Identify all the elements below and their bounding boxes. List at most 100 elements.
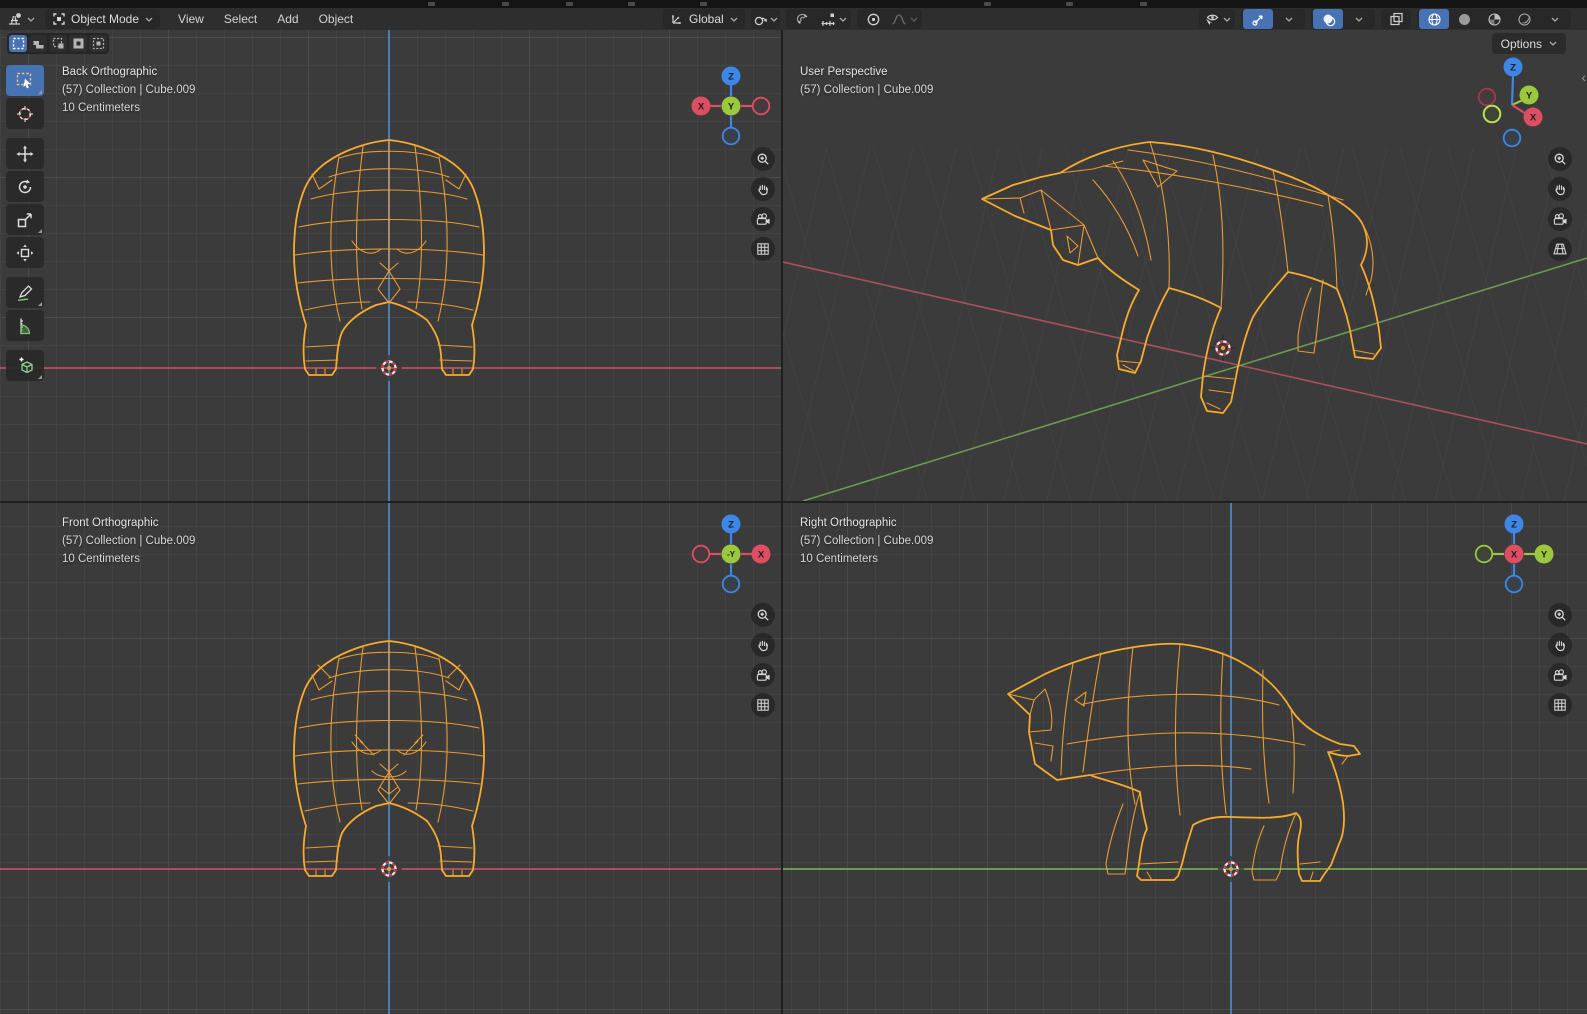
perspective-grid-toggle-icon[interactable] <box>1548 237 1572 261</box>
viewport-title: Right Orthographic <box>800 517 897 529</box>
gizmo-axis-z-neg[interactable] <box>721 574 741 594</box>
proportional-falloff-dropdown[interactable] <box>889 9 920 29</box>
proportional-editing-button[interactable] <box>859 9 889 29</box>
select-mode-extend[interactable] <box>29 35 47 52</box>
gizmo-axis-y-neg[interactable] <box>1482 104 1502 124</box>
bull-wireframe-perspective[interactable] <box>981 141 1382 414</box>
editor-type-dropdown[interactable] <box>5 9 37 29</box>
options-label: Options <box>1500 36 1542 51</box>
snap-target-increment-icon <box>821 13 835 26</box>
select-mode-intersect[interactable] <box>89 35 107 52</box>
tool-add-cube[interactable] <box>6 350 44 381</box>
gizmo-axis-z-neg[interactable] <box>1504 574 1524 594</box>
select-mode-invert[interactable] <box>69 35 87 52</box>
gizmo-axis-x-neg[interactable] <box>1477 87 1497 107</box>
tool-select-box[interactable] <box>6 65 44 96</box>
tool-scale[interactable] <box>6 204 44 235</box>
menu-add[interactable]: Add <box>267 9 308 29</box>
navigation-gizmo[interactable]: Z X -Y <box>691 514 771 594</box>
select-mode-set[interactable] <box>9 35 27 52</box>
pan-hand-icon[interactable] <box>751 633 775 657</box>
tool-rotate[interactable] <box>6 171 44 202</box>
editor-type-3d-viewport-icon <box>9 12 21 25</box>
viewport-right-orthographic[interactable]: Right Orthographic (57) Collection | Cub… <box>783 503 1587 1014</box>
bull-wireframe-side[interactable] <box>783 503 1587 1014</box>
tool-measure[interactable] <box>6 310 44 341</box>
viewport-back-orthographic[interactable]: Back Orthographic (57) Collection | Cube… <box>0 30 781 501</box>
navigation-gizmo[interactable]: Z Y X <box>1474 514 1554 594</box>
shading-solid-button[interactable] <box>1449 9 1479 29</box>
shading-wireframe-button[interactable] <box>1419 9 1449 29</box>
viewport-info-front: Front Orthographic (57) Collection | Cub… <box>62 514 195 568</box>
camera-view-icon[interactable] <box>751 207 775 231</box>
menu-object[interactable]: Object <box>309 9 364 29</box>
navigation-gizmo[interactable]: Z X Y <box>691 66 771 146</box>
shading-dropdown[interactable] <box>1539 9 1569 29</box>
navigation-gizmo[interactable]: Z Y X <box>1470 55 1554 147</box>
zoom-in-icon[interactable] <box>751 147 775 171</box>
camera-view-icon[interactable] <box>1548 663 1572 687</box>
grid-ortho-toggle-icon[interactable] <box>751 237 775 261</box>
select-mode-subtract[interactable] <box>49 35 67 52</box>
tool-transform[interactable] <box>6 237 44 268</box>
viewport-front-orthographic[interactable]: Front Orthographic (57) Collection | Cub… <box>0 503 781 1014</box>
gizmo-axis-y-neg[interactable] <box>1474 544 1494 564</box>
topbar-clipped <box>0 0 1587 8</box>
chevron-down-icon <box>1223 17 1231 22</box>
chevron-down-icon <box>1355 17 1362 22</box>
viewport-user-perspective[interactable]: User Perspective (57) Collection | Cube.… <box>783 30 1587 501</box>
show-overlays-toggle[interactable] <box>1313 9 1343 29</box>
tool-cursor[interactable] <box>6 98 44 129</box>
toggle-xray-button[interactable] <box>1381 9 1411 29</box>
menu-select[interactable]: Select <box>214 9 267 29</box>
bull-wireframe-front[interactable] <box>0 503 781 1014</box>
grid-ortho-toggle-icon[interactable] <box>1548 693 1572 717</box>
gizmo-axis-x-neg[interactable] <box>751 96 771 116</box>
chevron-down-icon <box>27 17 35 22</box>
y-axis-line <box>802 257 1587 501</box>
zoom-in-icon[interactable] <box>751 603 775 627</box>
camera-view-icon[interactable] <box>1548 207 1572 231</box>
gizmo-axis-z-neg[interactable] <box>721 126 741 146</box>
chevron-down-icon <box>145 17 153 22</box>
sidebar-collapse-arrow[interactable]: ‹ <box>1581 70 1586 84</box>
3d-cursor <box>376 355 402 381</box>
viewport-header: Object Mode View Select Add Object Globa… <box>0 8 1587 30</box>
options-dropdown[interactable]: Options <box>1491 33 1566 54</box>
pan-hand-icon[interactable] <box>1548 633 1572 657</box>
snap-toggle-button[interactable] <box>788 9 818 29</box>
show-gizmo-toggle[interactable] <box>1243 9 1273 29</box>
zoom-in-icon[interactable] <box>1548 603 1572 627</box>
viewport-subtitle: (57) Collection | Cube.009 <box>800 535 934 547</box>
gizmo-axis-z-neg[interactable] <box>1502 128 1522 147</box>
pivot-point-dropdown[interactable] <box>750 9 780 29</box>
shading-wireframe-icon <box>1427 12 1441 26</box>
show-object-types-dropdown[interactable] <box>1201 9 1233 29</box>
zoom-in-icon[interactable] <box>1548 147 1572 171</box>
chevron-down-icon <box>839 17 847 22</box>
x-axis-line <box>783 261 1587 445</box>
svg-text:X: X <box>1511 550 1518 561</box>
grid-ortho-toggle-icon[interactable] <box>751 693 775 717</box>
xray-icon <box>1389 12 1403 25</box>
shading-solid-icon <box>1458 13 1470 25</box>
pan-hand-icon[interactable] <box>1548 177 1572 201</box>
svg-text:Z: Z <box>1511 520 1517 531</box>
tool-move[interactable] <box>6 138 44 169</box>
overlays-dropdown[interactable] <box>1343 9 1373 29</box>
camera-view-icon[interactable] <box>751 663 775 687</box>
gizmo-dropdown[interactable] <box>1273 9 1303 29</box>
viewport-scale: 10 Centimeters <box>62 102 140 114</box>
shading-material-button[interactable] <box>1479 9 1509 29</box>
mode-dropdown[interactable]: Object Mode <box>45 9 161 29</box>
transform-orientation-dropdown[interactable]: Global <box>663 9 745 29</box>
shading-rendered-button[interactable] <box>1509 9 1539 29</box>
viewport-info-persp: User Perspective (57) Collection | Cube.… <box>800 63 933 99</box>
snap-target-dropdown[interactable] <box>818 9 849 29</box>
menu-view[interactable]: View <box>168 9 214 29</box>
pan-hand-icon[interactable] <box>751 177 775 201</box>
tool-annotate[interactable] <box>6 277 44 308</box>
gizmo-axis-x-neg[interactable] <box>691 544 711 564</box>
viewport-nav-controls <box>1548 147 1572 261</box>
transform-orientation-icon <box>671 15 681 25</box>
